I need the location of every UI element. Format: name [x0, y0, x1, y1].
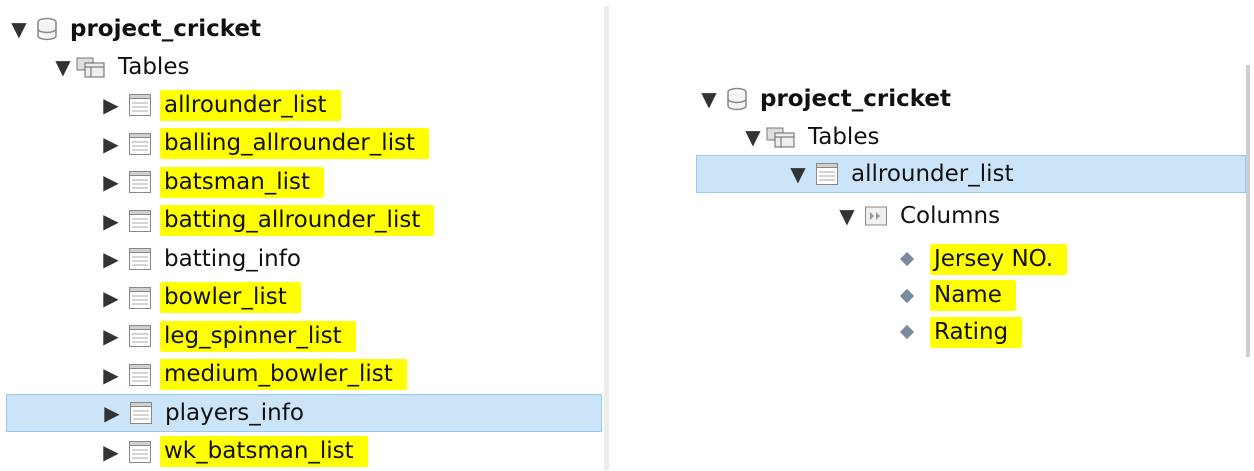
table-name: batting_info	[164, 245, 301, 272]
table-node[interactable]: ▶ wk_batsman_list	[100, 433, 368, 471]
table-node-selected[interactable]: ▼ allrounder_list	[696, 155, 1246, 193]
triangle-down-icon[interactable]: ▼	[698, 89, 720, 109]
triangle-down-icon[interactable]: ▼	[836, 206, 858, 226]
table-icon	[129, 325, 151, 347]
table-node[interactable]: ▶ batting_allrounder_list	[100, 202, 435, 240]
table-node[interactable]: ▶ players_info	[6, 394, 602, 432]
column-name: Name	[930, 280, 1016, 311]
table-name: medium_bowler_list	[160, 359, 407, 390]
panel-divider	[604, 6, 609, 470]
column-name: Jersey NO.	[930, 243, 1068, 275]
scrollbar-edge	[1246, 65, 1250, 357]
table-node[interactable]: ▶ batsman_list	[100, 163, 325, 201]
triangle-right-icon[interactable]: ▶	[100, 442, 122, 462]
tables-folder-node[interactable]: ▼ Tables	[742, 118, 879, 156]
triangle-down-icon[interactable]: ▼	[52, 57, 74, 77]
triangle-right-icon[interactable]: ▶	[100, 249, 122, 269]
triangle-right-icon[interactable]: ▶	[100, 365, 122, 385]
database-icon	[727, 87, 747, 111]
table-icon	[129, 248, 151, 270]
schema-name: project_cricket	[760, 85, 951, 112]
table-icon	[129, 440, 151, 463]
column-diamond-icon	[899, 324, 915, 340]
tables-folder-label: Tables	[808, 123, 880, 150]
table-icon	[130, 402, 152, 424]
triangle-down-icon[interactable]: ▼	[787, 164, 809, 184]
table-name: bowler_list	[160, 282, 301, 313]
columns-folder-icon	[865, 206, 887, 226]
triangle-right-icon[interactable]: ▶	[100, 288, 122, 308]
schema-node-project-cricket[interactable]: ▼ project_cricket	[8, 10, 261, 48]
column-diamond-icon	[899, 251, 915, 267]
table-name: batting_allrounder_list	[160, 205, 435, 236]
table-node[interactable]: ▶ batting_info	[100, 240, 301, 278]
table-name: players_info	[165, 399, 304, 426]
tables-folder-icon	[76, 57, 105, 78]
columns-folder-node[interactable]: ▼ Columns	[836, 197, 1000, 235]
table-icon	[129, 209, 151, 232]
tables-folder-node[interactable]: ▼ Tables	[52, 48, 189, 86]
triangle-right-icon[interactable]: ▶	[100, 326, 122, 346]
table-icon	[816, 163, 838, 185]
table-icon	[129, 286, 151, 309]
column-diamond-icon	[899, 288, 915, 303]
table-icon	[129, 363, 151, 386]
database-icon	[37, 17, 57, 41]
table-node[interactable]: ▶ allrounder_list	[100, 86, 341, 124]
table-node[interactable]: ▶ bowler_list	[100, 279, 301, 317]
scroll-cutoff	[690, 361, 1254, 375]
left-schema-navigator: ▼ project_cricket ▼ Tables ▶ allrounder_l…	[0, 0, 604, 470]
table-name: wk_batsman_list	[160, 436, 368, 467]
column-node[interactable]: Rating	[896, 313, 1023, 351]
triangle-right-icon[interactable]: ▶	[100, 172, 122, 192]
triangle-right-icon[interactable]: ▶	[101, 403, 123, 423]
column-node[interactable]: Name	[896, 277, 1016, 315]
table-name: batsman_list	[160, 166, 325, 198]
triangle-right-icon[interactable]: ▶	[100, 95, 122, 115]
schema-node-project-cricket[interactable]: ▼ project_cricket	[698, 80, 951, 118]
schema-name: project_cricket	[70, 15, 261, 42]
table-icon	[129, 171, 151, 193]
table-name: allrounder_list	[160, 89, 341, 121]
tables-folder-label: Tables	[118, 53, 190, 80]
table-node[interactable]: ▶ medium_bowler_list	[100, 356, 407, 394]
table-icon	[129, 132, 151, 155]
table-node[interactable]: ▶ balling_allrounder_list	[100, 125, 430, 163]
triangle-right-icon[interactable]: ▶	[100, 134, 122, 154]
table-node[interactable]: ▶ leg_spinner_list	[100, 317, 356, 355]
triangle-right-icon[interactable]: ▶	[100, 211, 122, 231]
table-icon	[129, 94, 151, 116]
triangle-down-icon[interactable]: ▼	[742, 127, 764, 147]
table-name: leg_spinner_list	[160, 320, 356, 352]
right-schema-navigator: ▼ project_cricket ▼ Tables ▼ allrounder_…	[690, 65, 1254, 375]
triangle-down-icon[interactable]: ▼	[8, 19, 30, 39]
column-name: Rating	[930, 316, 1023, 348]
tables-folder-icon	[766, 127, 795, 148]
table-name: balling_allrounder_list	[160, 128, 430, 159]
columns-folder-label: Columns	[900, 202, 1001, 229]
column-node[interactable]: Jersey NO.	[896, 240, 1068, 278]
table-name: allrounder_list	[851, 160, 1014, 187]
